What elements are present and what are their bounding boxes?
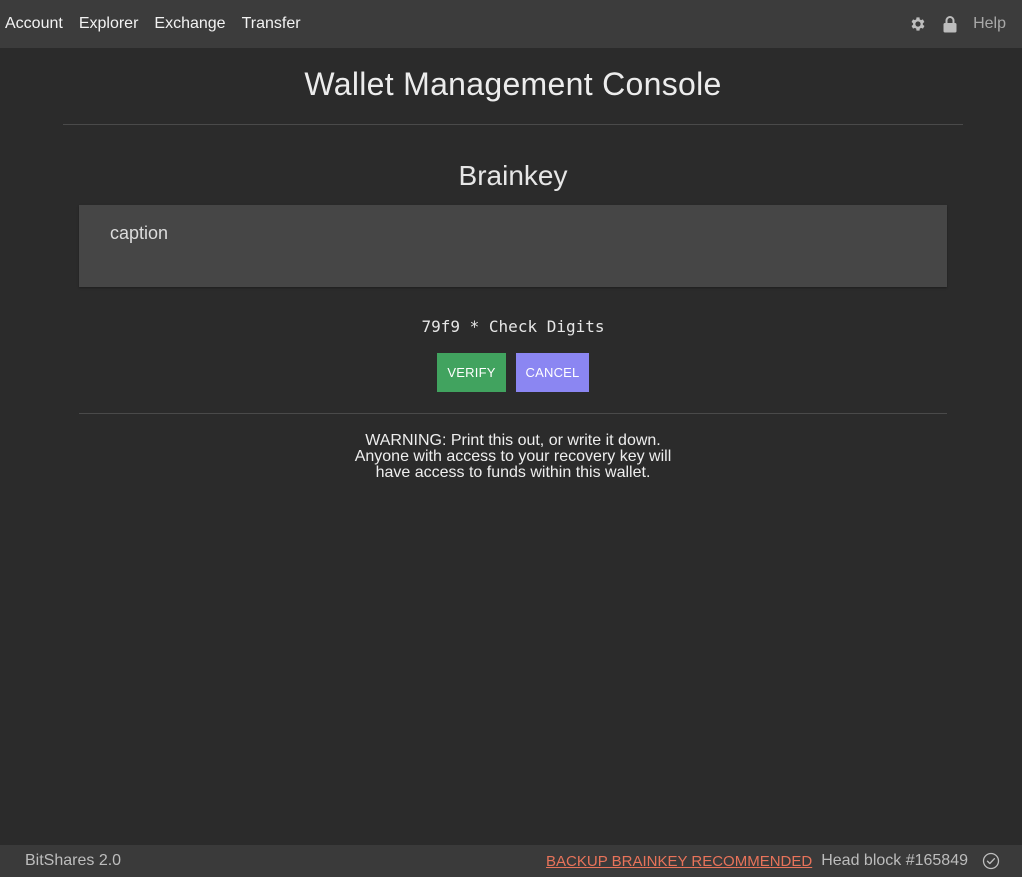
lock-icon[interactable]	[941, 15, 959, 33]
brainkey-display: caption	[79, 205, 947, 287]
footer-brand: BitShares 2.0	[25, 852, 122, 869]
nav-links: Account Explorer Exchange Transfer	[0, 0, 317, 48]
brainkey-title: Brainkey	[458, 160, 568, 191]
nav-item-explorer[interactable]: Explorer	[79, 16, 139, 32]
help-link[interactable]: Help	[973, 15, 1006, 33]
nav-item-account[interactable]: Account	[5, 16, 63, 32]
nav-item-transfer[interactable]: Transfer	[242, 16, 301, 32]
brainkey-text: caption	[110, 223, 169, 243]
head-block-status: Head block #165849	[821, 852, 968, 869]
verify-button[interactable]: VERIFY	[437, 353, 506, 392]
nav-item-exchange[interactable]: Exchange	[154, 16, 225, 32]
cancel-button[interactable]: CANCEL	[516, 353, 589, 392]
backup-brainkey-link[interactable]: BACKUP BRAINKEY RECOMMENDED	[546, 853, 812, 870]
footer-bar: BitShares 2.0 BACKUP BRAINKEY RECOMMENDE…	[0, 845, 1022, 877]
check-digits: 79f9 * Check Digits	[421, 317, 605, 336]
page-title: Wallet Management Console	[304, 66, 722, 102]
nav-actions: Help	[909, 0, 1022, 48]
warning-line: have access to funds within this wallet.	[375, 464, 651, 481]
section-divider	[79, 413, 947, 414]
footer-status-area: BACKUP BRAINKEY RECOMMENDED Head block #…	[546, 852, 1022, 870]
warning-line: Anyone with access to your recovery key …	[354, 448, 672, 465]
top-nav-bar: Account Explorer Exchange Transfer Help	[0, 0, 1022, 48]
check-circle-icon	[982, 852, 1000, 870]
title-divider	[63, 124, 963, 125]
gear-icon[interactable]	[909, 15, 927, 33]
backup-warning-text: WARNING: Print this out, or write it dow…	[79, 433, 947, 481]
warning-line: WARNING: Print this out, or write it dow…	[365, 432, 661, 449]
